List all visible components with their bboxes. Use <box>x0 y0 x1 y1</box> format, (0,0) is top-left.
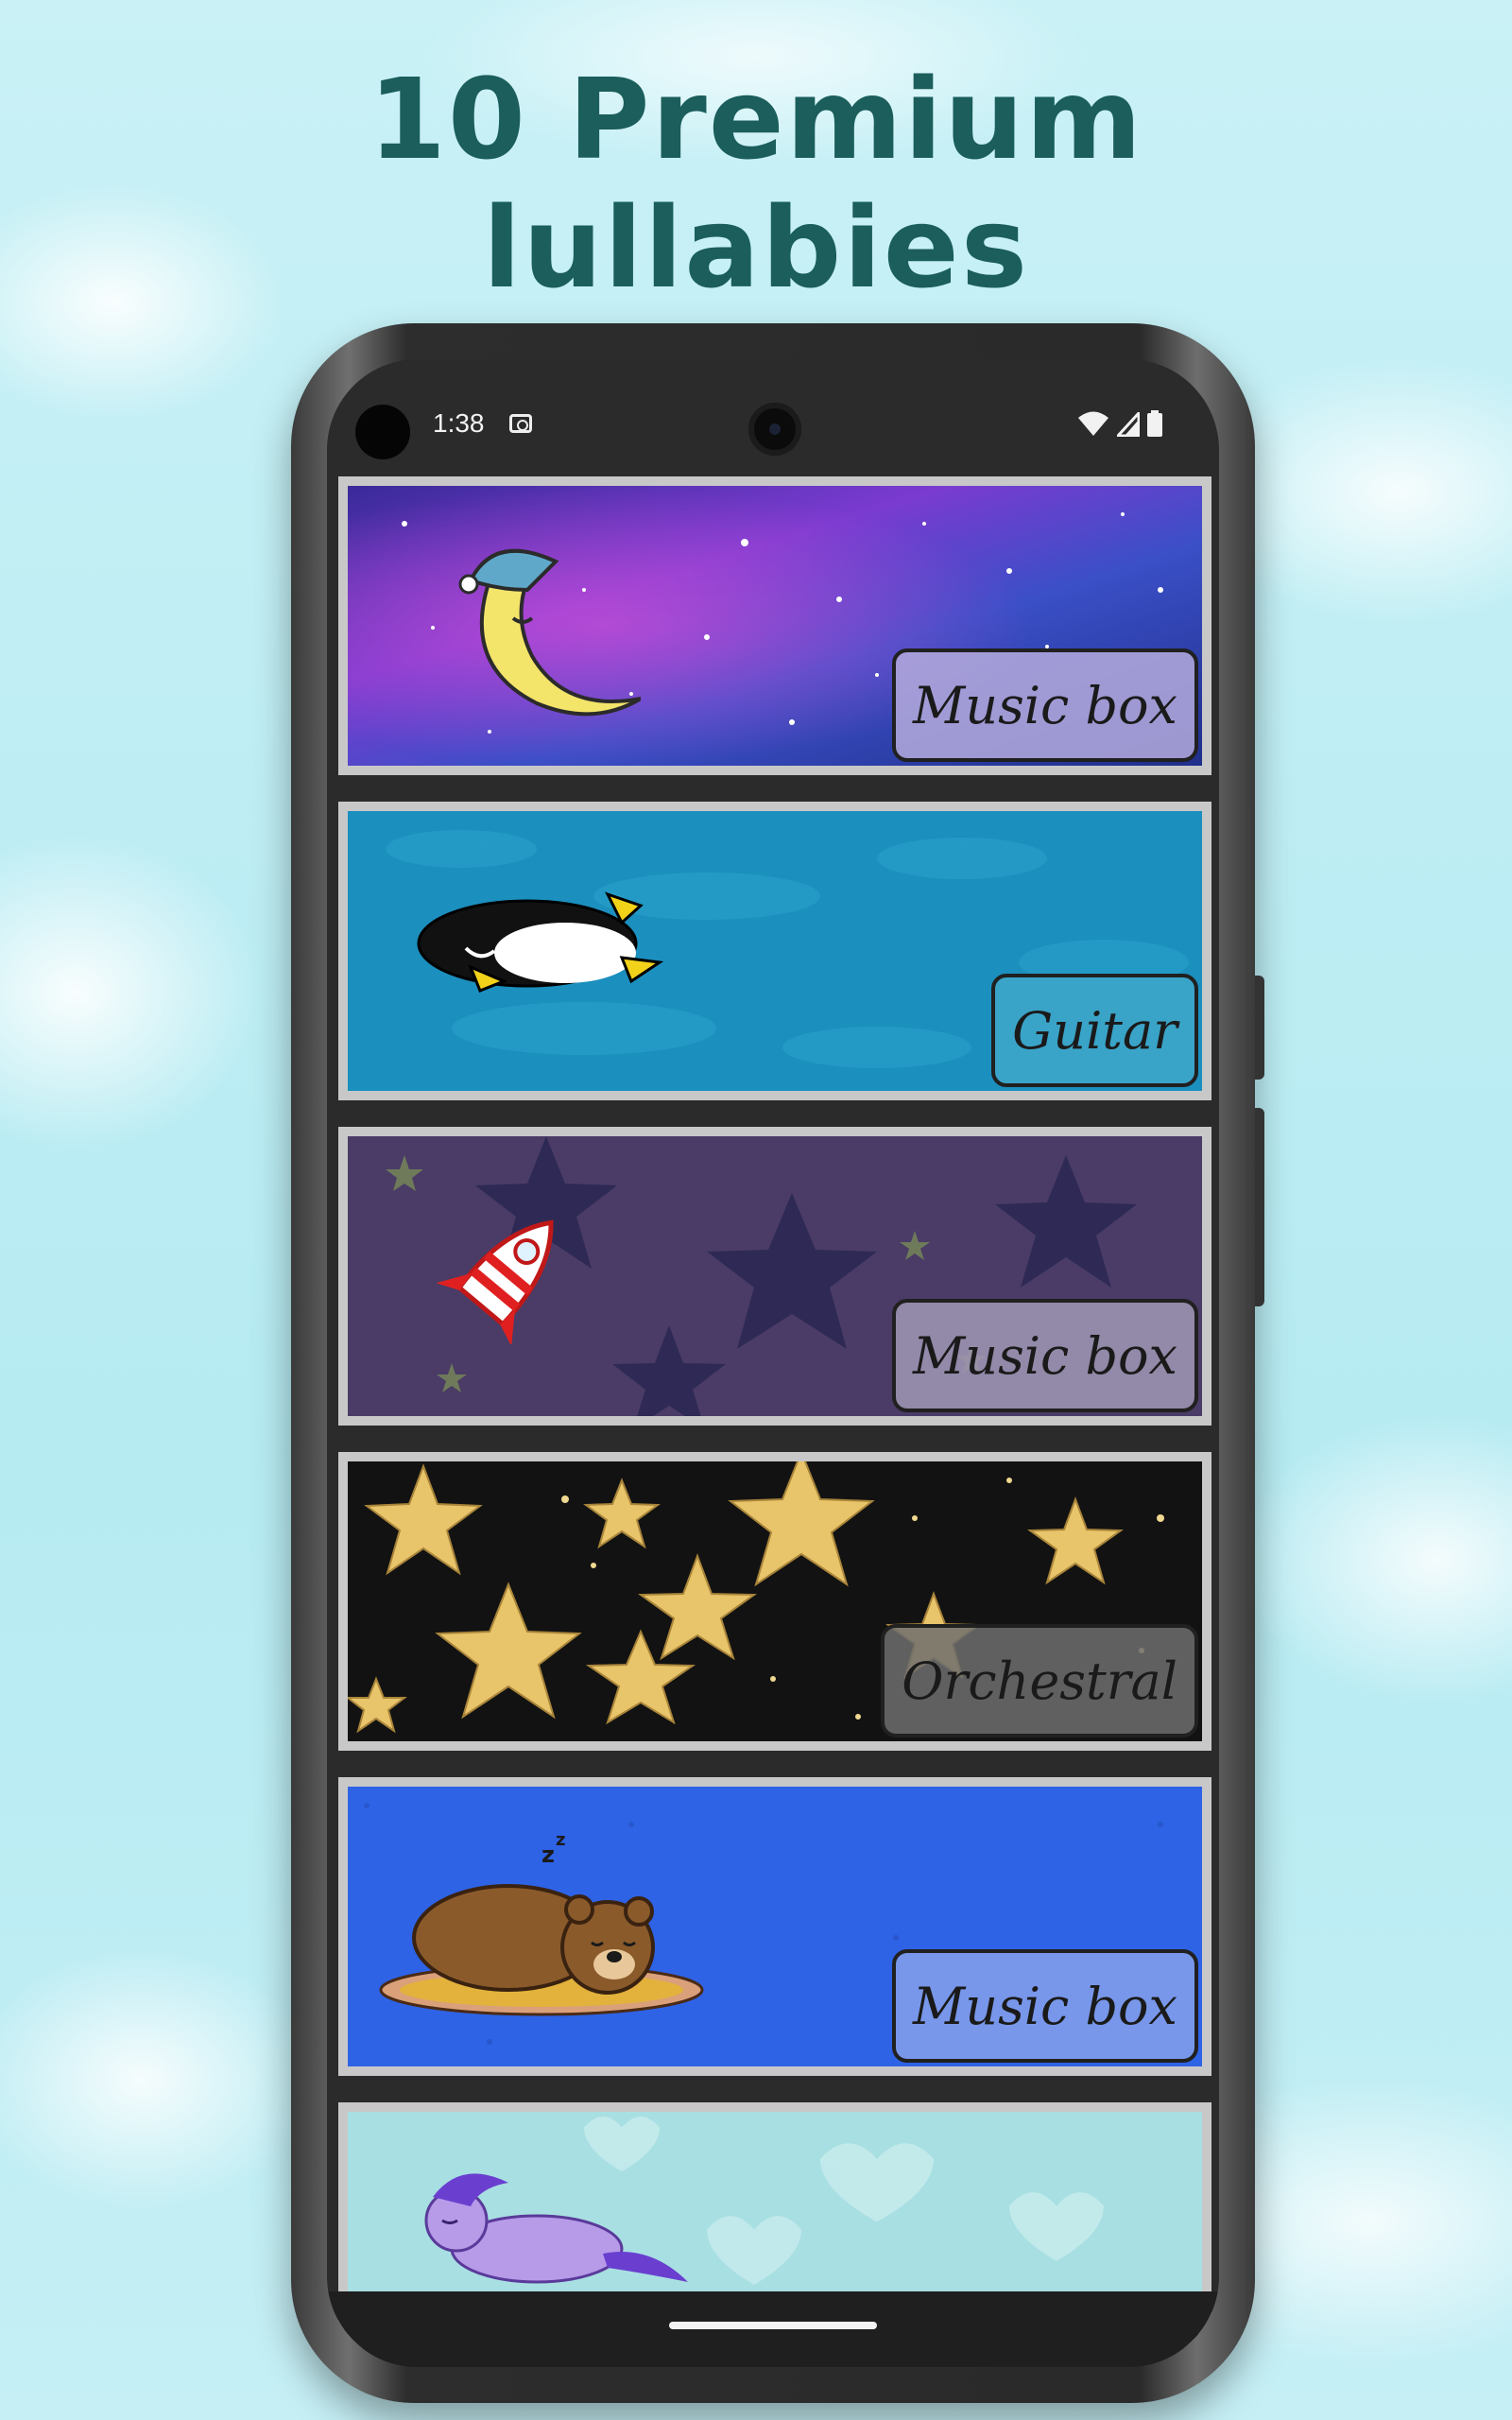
power-button <box>1255 1108 1264 1306</box>
lullaby-card-penguin[interactable]: Guitar <box>338 802 1211 1100</box>
screenshot-icon <box>509 414 532 433</box>
card-artwork: z z Music box <box>348 1787 1202 2066</box>
lullaby-card-rocket[interactable]: Music box <box>338 1127 1211 1426</box>
bear-illustration: z z <box>379 1834 704 2016</box>
front-sensor <box>355 405 410 459</box>
card-artwork: Orchestral <box>348 1461 1202 1741</box>
signal-icon <box>1117 412 1140 437</box>
status-icons <box>1077 410 1162 437</box>
lullaby-card-moon[interactable]: Music box <box>338 476 1211 775</box>
instrument-tag: Music box <box>892 1299 1198 1412</box>
penguin-illustration <box>417 891 664 993</box>
front-camera <box>748 403 801 456</box>
wifi-icon <box>1078 411 1108 436</box>
phone-screen: 1:38 Music box Guitar Music box Orchestr… <box>327 359 1219 2367</box>
svg-text:z: z <box>541 1841 555 1868</box>
lullaby-card-bear[interactable]: z z Music box <box>338 1777 1211 2076</box>
instrument-tag: Orchestral <box>881 1624 1198 1737</box>
pony-illustration <box>424 2173 688 2284</box>
battery-icon <box>1147 410 1162 437</box>
instrument-tag: Music box <box>892 648 1198 762</box>
volume-button <box>1255 976 1264 1080</box>
status-bar: 1:38 <box>327 359 1219 463</box>
instrument-tag: Music box <box>892 1949 1198 2063</box>
headline-line-2: lullabies <box>482 182 1030 313</box>
lullaby-card-gold-stars[interactable]: Orchestral <box>338 1452 1211 1751</box>
home-gesture-handle[interactable] <box>669 2322 877 2329</box>
svg-text:z: z <box>556 1834 565 1850</box>
page-headline: 10 Premium lullabies <box>0 55 1512 312</box>
card-artwork: Music box <box>348 486 1202 766</box>
rocket-illustration <box>436 1219 554 1344</box>
lullaby-list[interactable]: Music box Guitar Music box Orchestral z … <box>338 476 1211 2367</box>
instrument-tag: Guitar <box>991 974 1198 1087</box>
card-artwork: Guitar <box>348 811 1202 1091</box>
phone-frame: 1:38 Music box Guitar Music box Orchestr… <box>291 323 1264 2403</box>
status-time: 1:38 <box>433 408 485 438</box>
headline-line-1: 10 Premium <box>368 54 1144 184</box>
card-artwork: Music box <box>348 1136 1202 1416</box>
moon-illustration <box>458 548 641 717</box>
navigation-bar <box>327 2291 1219 2367</box>
